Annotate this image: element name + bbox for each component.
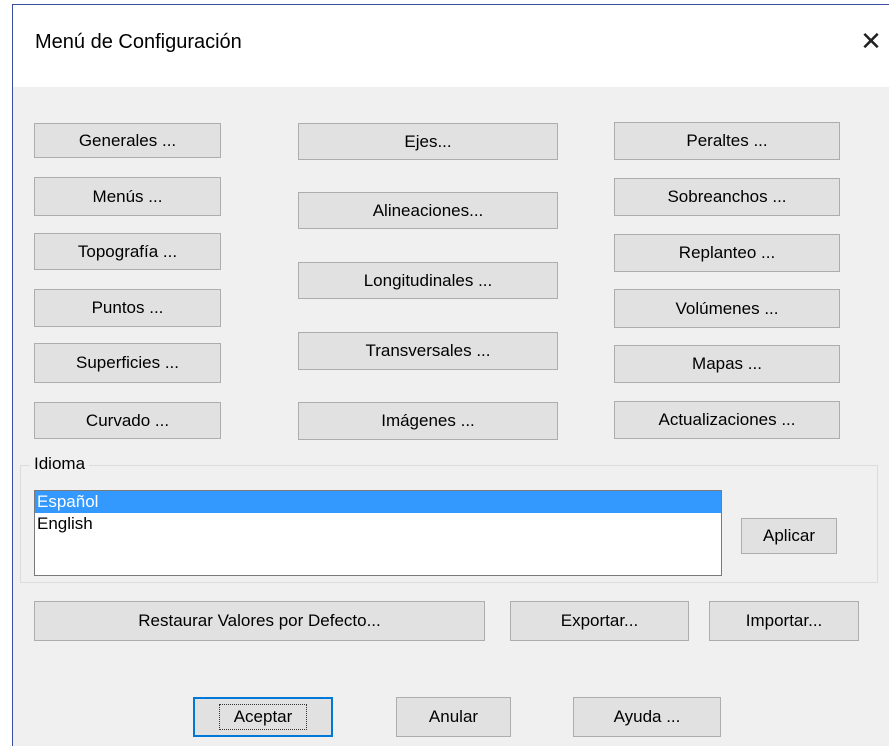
export-button[interactable]: Exportar... bbox=[510, 601, 689, 641]
longitudinales-button[interactable]: Longitudinales ... bbox=[298, 262, 558, 299]
accept-button-label: Aceptar bbox=[218, 704, 308, 730]
mapas-button[interactable]: Mapas ... bbox=[614, 345, 840, 383]
alineaciones-button[interactable]: Alineaciones... bbox=[298, 192, 558, 229]
sobreanchos-button[interactable]: Sobreanchos ... bbox=[614, 178, 840, 216]
close-icon[interactable]: ✕ bbox=[857, 27, 885, 57]
import-button[interactable]: Importar... bbox=[709, 601, 859, 641]
menus-button[interactable]: Menús ... bbox=[34, 177, 221, 216]
replanteo-button[interactable]: Replanteo ... bbox=[614, 234, 840, 272]
language-option-english[interactable]: English bbox=[35, 513, 721, 535]
transversales-button[interactable]: Transversales ... bbox=[298, 332, 558, 370]
cancel-button[interactable]: Anular bbox=[396, 697, 511, 737]
accept-button[interactable]: Aceptar bbox=[193, 697, 333, 737]
language-listbox[interactable]: Español English bbox=[34, 490, 722, 576]
ejes-button[interactable]: Ejes... bbox=[298, 123, 558, 160]
apply-button[interactable]: Aplicar bbox=[741, 518, 837, 554]
volumenes-button[interactable]: Volúmenes ... bbox=[614, 289, 840, 328]
title-bar: Menú de Configuración ✕ bbox=[13, 5, 889, 87]
language-option-spanish[interactable]: Español bbox=[35, 491, 721, 513]
restore-defaults-button[interactable]: Restaurar Valores por Defecto... bbox=[34, 601, 485, 641]
language-group-label: Idioma bbox=[30, 454, 90, 474]
actualizaciones-button[interactable]: Actualizaciones ... bbox=[614, 401, 840, 439]
help-button[interactable]: Ayuda ... bbox=[573, 697, 721, 737]
imagenes-button[interactable]: Imágenes ... bbox=[298, 402, 558, 440]
topografia-button[interactable]: Topografía ... bbox=[34, 233, 221, 270]
peraltes-button[interactable]: Peraltes ... bbox=[614, 122, 840, 160]
curvado-button[interactable]: Curvado ... bbox=[34, 402, 221, 439]
puntos-button[interactable]: Puntos ... bbox=[34, 289, 221, 327]
window-title: Menú de Configuración bbox=[35, 31, 242, 53]
generales-button[interactable]: Generales ... bbox=[34, 123, 221, 158]
superficies-button[interactable]: Superficies ... bbox=[34, 343, 221, 383]
